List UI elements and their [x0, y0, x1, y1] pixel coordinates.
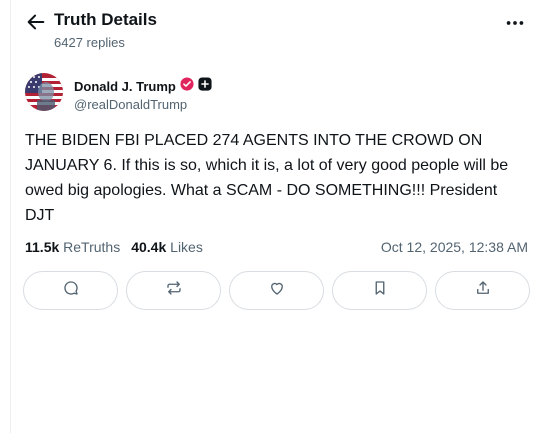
retruths-label: ReTruths — [63, 239, 121, 255]
retruth-icon — [165, 279, 183, 302]
post-timestamp: Oct 12, 2025, 12:38 AM — [380, 239, 528, 255]
author-name[interactable]: Donald J. Trump — [74, 79, 176, 94]
bookmark-button[interactable] — [332, 271, 427, 310]
retruths-count: 11.5k — [25, 239, 60, 255]
author-handle[interactable]: @realDonaldTrump — [74, 97, 187, 112]
post-stats: 11.5k ReTruths 40.4k Likes Oct 12, 2025,… — [25, 239, 528, 259]
avatar[interactable] — [25, 73, 63, 111]
page-header: Truth Details 6427 replies — [25, 8, 530, 54]
author-name-row: Donald J. Trump — [74, 77, 212, 96]
action-bar — [23, 271, 530, 310]
reply-button[interactable] — [23, 271, 118, 310]
follow-plus-icon[interactable] — [198, 77, 212, 96]
like-icon — [268, 279, 286, 302]
replies-count: 6427 replies — [54, 35, 125, 50]
post-detail-panel: Truth Details 6427 replies Donald J. Tru… — [10, 0, 540, 433]
likes-count: 40.4k — [131, 239, 167, 255]
more-horizontal-icon[interactable] — [504, 12, 526, 34]
likes-label: Likes — [170, 239, 203, 255]
retruths-stat[interactable]: 11.5k ReTruths — [25, 239, 120, 255]
arrow-left-icon[interactable] — [25, 11, 47, 33]
verified-badge-icon — [180, 77, 194, 96]
share-button[interactable] — [435, 271, 530, 310]
page-title: Truth Details — [54, 10, 157, 29]
author-block: Donald J. Trump @realDonaldTrump — [25, 73, 530, 115]
post-body: THE BIDEN FBI PLACED 274 AGENTS INTO THE… — [25, 132, 509, 224]
reply-icon — [62, 279, 80, 302]
bookmark-icon — [371, 279, 389, 302]
retruth-button[interactable] — [126, 271, 221, 310]
likes-stat[interactable]: 40.4k Likes — [131, 239, 203, 255]
share-icon — [474, 279, 492, 302]
like-button[interactable] — [229, 271, 324, 310]
